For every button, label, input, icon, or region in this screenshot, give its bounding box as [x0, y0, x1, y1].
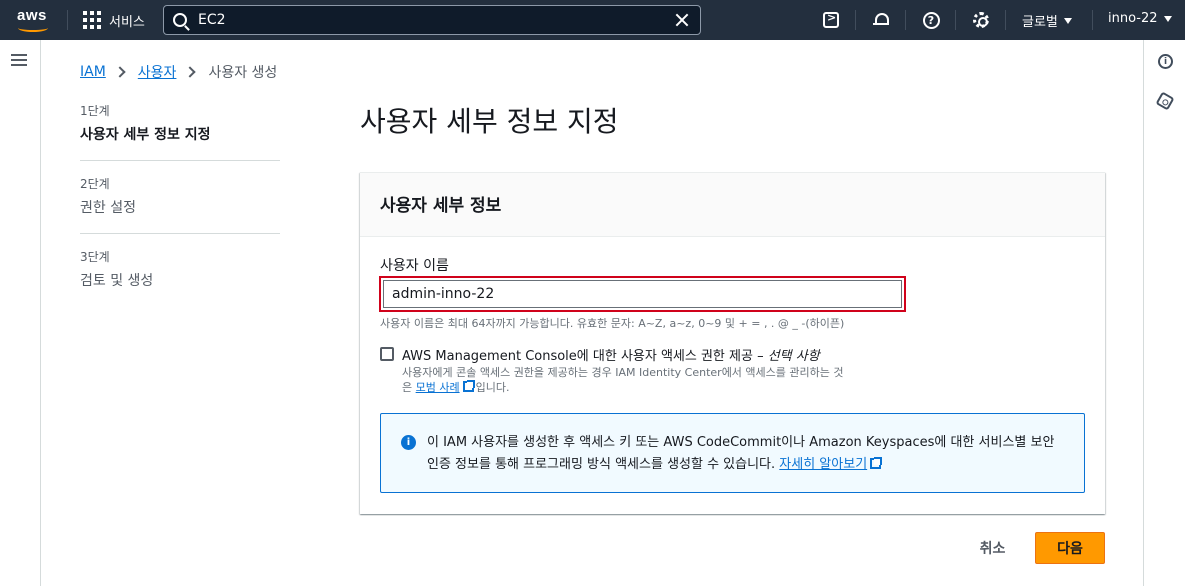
help-icon: ?	[922, 11, 940, 29]
info-icon: i	[401, 435, 416, 450]
hexagon-icon[interactable]	[1155, 91, 1175, 111]
aws-logo[interactable]: aws	[16, 7, 50, 33]
console-access-label-text: AWS Management Console에 대한 사용자 액세스 권한 제공…	[402, 349, 768, 364]
right-rail: i	[1143, 40, 1185, 586]
external-link-icon	[870, 457, 883, 469]
next-button[interactable]: 다음	[1035, 532, 1105, 564]
step-title: 권한 설정	[80, 200, 136, 216]
breadcrumb: IAM 사용자 사용자 생성	[80, 62, 277, 82]
step-number: 1단계	[80, 104, 110, 118]
breadcrumb-iam[interactable]: IAM	[80, 64, 106, 80]
console-access-label[interactable]: AWS Management Console에 대한 사용자 액세스 권한 제공…	[402, 345, 820, 364]
console-access-description: 사용자에게 콘솔 액세스 권한을 제공하는 경우 IAM Identity Ce…	[402, 365, 922, 395]
bell-icon	[873, 13, 889, 27]
step-number: 2단계	[80, 177, 110, 191]
search-input[interactable]	[198, 10, 658, 30]
nav-divider	[1092, 10, 1093, 30]
description-prefix: 은	[402, 381, 416, 394]
description-suffix: 입니다.	[475, 381, 510, 394]
info-panel-icon[interactable]: i	[1158, 54, 1173, 69]
nav-divider	[855, 10, 856, 30]
search-box[interactable]	[163, 5, 701, 35]
cloudshell-button[interactable]	[821, 10, 841, 30]
optional-text: 선택 사항	[767, 349, 820, 364]
account-label: inno-22	[1108, 11, 1158, 26]
username-highlight	[379, 276, 906, 312]
menu-icon[interactable]	[11, 54, 27, 68]
username-constraint-text: 사용자 이름은 최대 64자까지 가능합니다. 유효한 문자: A~Z, a~z…	[380, 317, 845, 330]
clear-search-icon[interactable]	[674, 12, 690, 28]
info-alert-text: 이 IAM 사용자를 생성한 후 액세스 키 또는 AWS CodeCommit…	[427, 432, 1064, 476]
page-title: 사용자 세부 정보 지정	[360, 105, 619, 138]
description-line1: 사용자에게 콘솔 액세스 권한을 제공하는 경우 IAM Identity Ce…	[402, 366, 844, 379]
step-number: 3단계	[80, 250, 110, 264]
console-access-checkbox[interactable]	[380, 347, 394, 361]
aws-smile-icon	[18, 24, 48, 32]
breadcrumb-current: 사용자 생성	[208, 65, 278, 81]
gear-icon	[973, 12, 989, 28]
user-details-panel: 사용자 세부 정보 사용자 이름 사용자 이름은 최대 64자까지 가능합니다.…	[360, 172, 1105, 514]
services-menu-button[interactable]: 서비스	[83, 10, 145, 30]
nav-divider	[67, 10, 68, 30]
services-label: 서비스	[109, 14, 145, 30]
terminal-icon	[823, 11, 839, 28]
chevron-right-icon	[184, 66, 197, 78]
panel-header: 사용자 세부 정보	[360, 173, 1105, 237]
info-alert: i 이 IAM 사용자를 생성한 후 액세스 키 또는 AWS CodeComm…	[380, 413, 1085, 493]
step-1: 1단계 사용자 세부 정보 지정	[80, 102, 280, 161]
username-label: 사용자 이름	[380, 258, 449, 274]
nav-divider	[1005, 10, 1006, 30]
grid-icon	[83, 11, 101, 29]
step-title: 사용자 세부 정보 지정	[80, 127, 211, 143]
learn-more-link[interactable]: 자세히 알아보기	[779, 457, 867, 472]
notifications-button[interactable]	[871, 10, 891, 30]
panel-title: 사용자 세부 정보	[380, 196, 502, 216]
help-button[interactable]: ?	[921, 10, 941, 30]
search-icon	[173, 13, 187, 27]
settings-button[interactable]	[971, 10, 991, 30]
best-practice-link[interactable]: 모범 사례	[416, 381, 460, 394]
top-navigation: aws 서비스 ? 글로벌 inno-22	[0, 0, 1185, 40]
region-label: 글로벌	[1022, 15, 1058, 30]
nav-divider	[955, 10, 956, 30]
chevron-right-icon	[114, 66, 126, 78]
aws-logo-text: aws	[17, 7, 47, 24]
caret-down-icon	[1163, 15, 1172, 22]
nav-divider	[905, 10, 906, 30]
step-title: 검토 및 생성	[80, 273, 154, 289]
info-text: 이 IAM 사용자를 생성한 후 액세스 키 또는 AWS CodeCommit…	[427, 435, 1055, 472]
username-input[interactable]	[383, 280, 902, 308]
breadcrumb-users[interactable]: 사용자	[138, 62, 177, 82]
console-access-option: AWS Management Console에 대한 사용자 액세스 권한 제공…	[380, 345, 820, 364]
step-3: 3단계 검토 및 생성	[80, 248, 280, 306]
step-2: 2단계 권한 설정	[80, 175, 280, 234]
caret-down-icon	[1063, 17, 1072, 24]
left-rail	[0, 40, 41, 586]
account-menu[interactable]: inno-22	[1108, 11, 1172, 26]
region-menu[interactable]: 글로벌	[1022, 11, 1072, 30]
wizard-steps: 1단계 사용자 세부 정보 지정 2단계 권한 설정 3단계 검토 및 생성	[80, 102, 280, 320]
external-link-icon	[462, 380, 475, 392]
cancel-button[interactable]: 취소	[965, 533, 1020, 563]
